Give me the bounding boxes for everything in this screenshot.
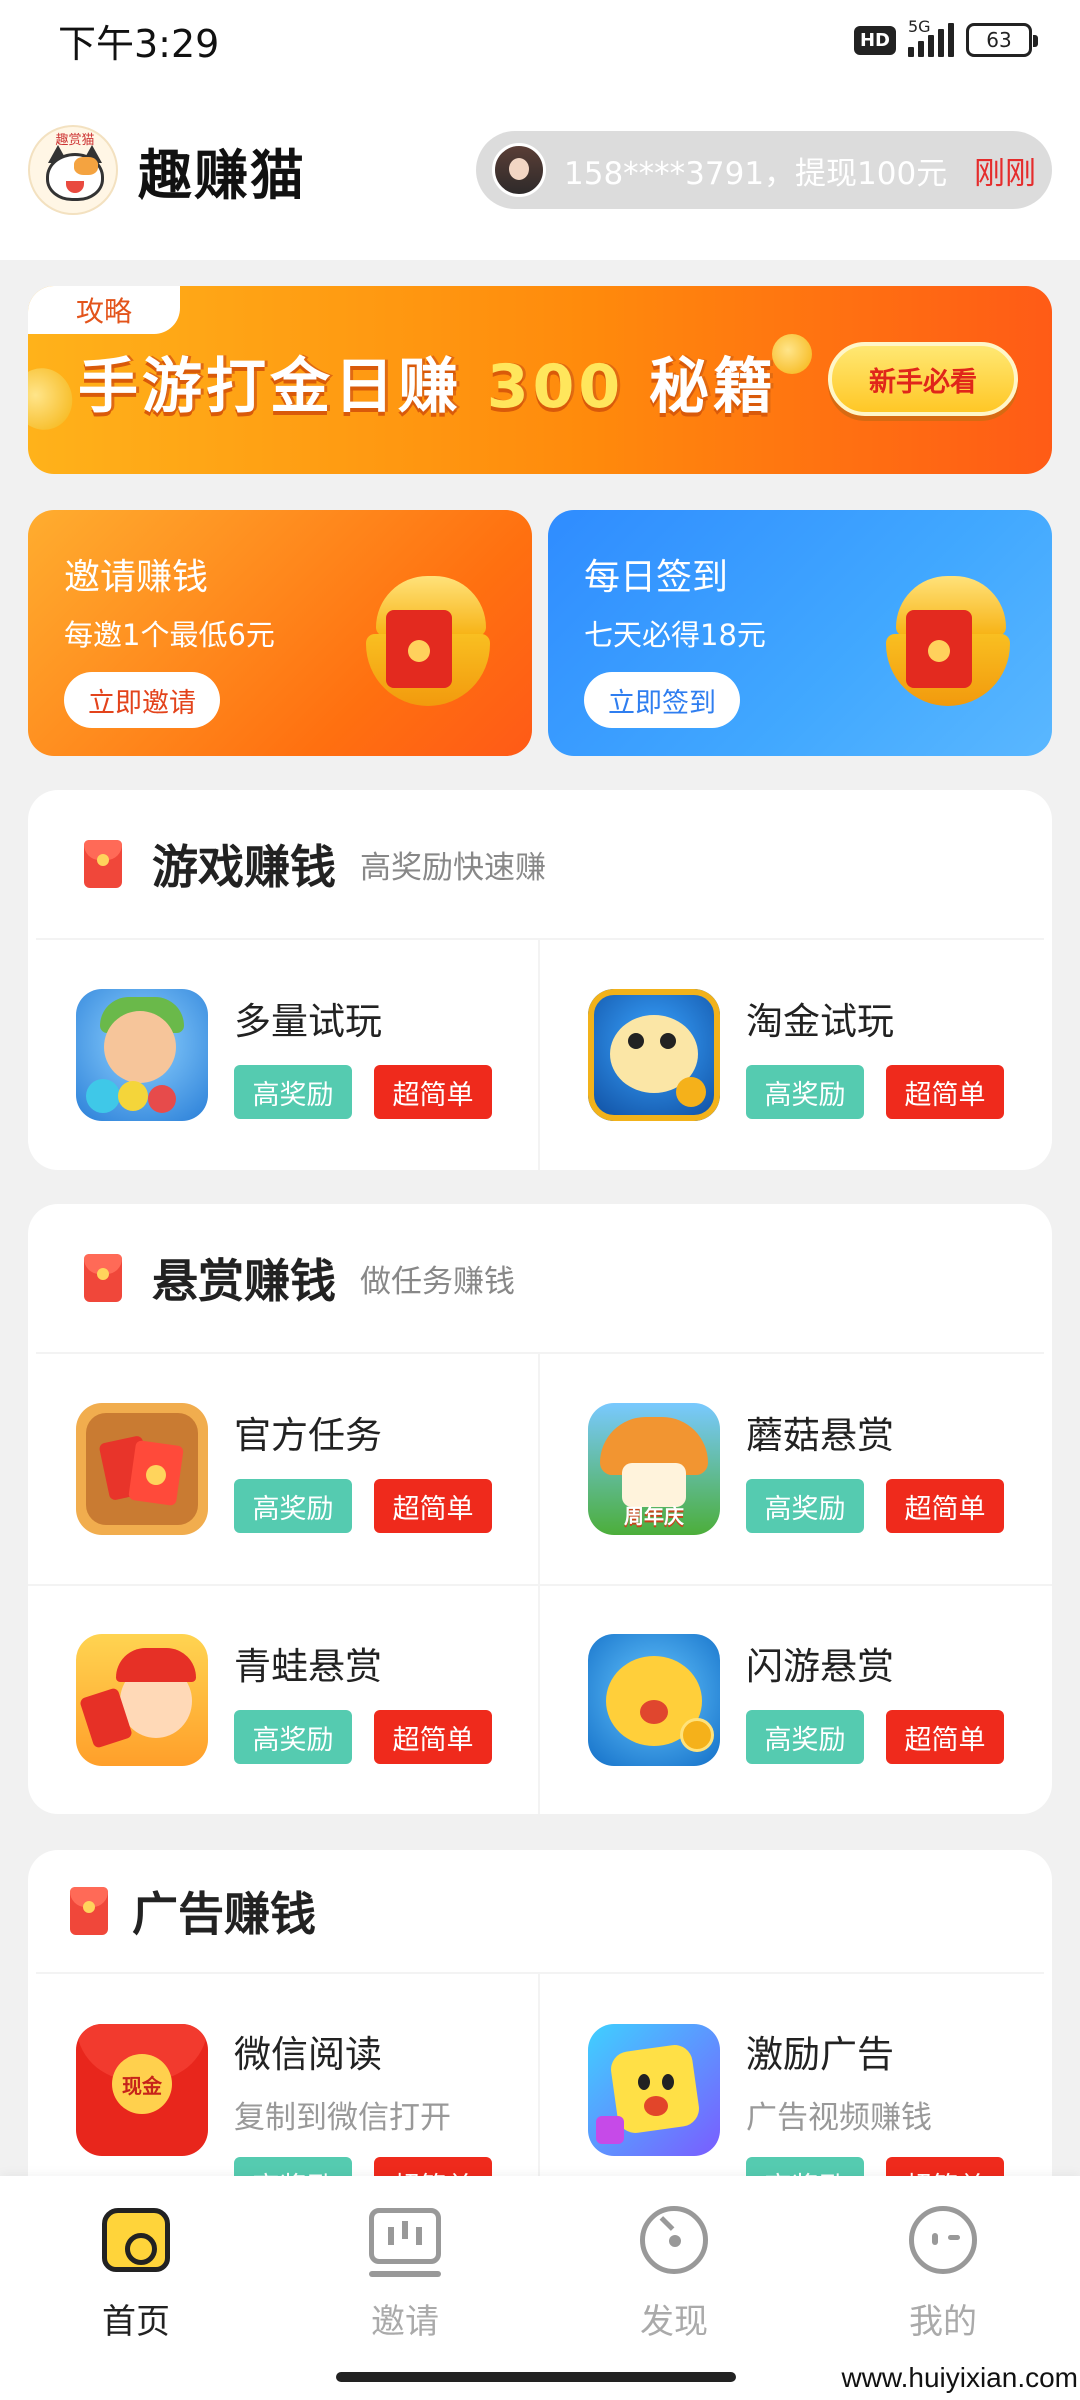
coin-icon bbox=[772, 334, 812, 374]
task-title: 官方任务 bbox=[234, 1414, 382, 1457]
icon-label: 周年庆 bbox=[624, 1504, 684, 1528]
sign-in-card[interactable]: 每日签到 七天必得18元 立即签到 bbox=[548, 510, 1052, 756]
task-title: 蘑菇悬赏 bbox=[746, 1414, 894, 1457]
task-item[interactable]: 淘金试玩 高奖励 超简单 bbox=[540, 940, 1052, 1170]
bounty-earn-section: 悬赏赚钱 做任务赚钱 官方任务 高奖励 超简单 周年庆 蘑菇悬赏 高奖励 超简单… bbox=[28, 1204, 1052, 1814]
battery-icon: 63 bbox=[966, 23, 1038, 57]
nav-discover[interactable]: 发现 bbox=[574, 2202, 774, 2343]
game-earn-section: 游戏赚钱 高奖励快速赚 多量试玩 高奖励 超简单 淘金试玩 高奖励 超简单 bbox=[28, 790, 1052, 1170]
red-envelope-icon bbox=[70, 1887, 108, 1935]
withdraw-ticker[interactable]: 158****3791，提现100元 刚刚 bbox=[476, 131, 1052, 209]
section-header: 游戏赚钱 高奖励快速赚 bbox=[36, 790, 1044, 940]
yellow-cube-character-icon bbox=[588, 2024, 720, 2156]
red-envelope-pot-icon bbox=[358, 576, 496, 714]
task-description: 广告视频赚钱 bbox=[746, 2100, 932, 2136]
red-envelope-task-icon bbox=[76, 1403, 208, 1535]
task-item[interactable]: 闪游悬赏 高奖励 超简单 bbox=[540, 1584, 1052, 1814]
app-title: 趣赚猫 bbox=[138, 143, 306, 207]
super-easy-tag: 超简单 bbox=[886, 1710, 1004, 1764]
super-easy-tag: 超简单 bbox=[374, 1065, 492, 1119]
invite-board-icon bbox=[367, 2202, 443, 2278]
home-icon bbox=[98, 2202, 174, 2278]
coin-icon bbox=[28, 359, 81, 439]
nav-label: 首页 bbox=[102, 2302, 170, 2342]
section-title: 广告赚钱 bbox=[132, 1887, 316, 1941]
task-item[interactable]: 青蛙悬赏 高奖励 超简单 bbox=[28, 1584, 540, 1814]
super-easy-tag: 超简单 bbox=[374, 1479, 492, 1533]
task-item[interactable]: 多量试玩 高奖励 超简单 bbox=[28, 940, 540, 1170]
banner-title: 手游打金日赚 300 秘籍 bbox=[78, 352, 778, 422]
task-item[interactable]: 官方任务 高奖励 超简单 bbox=[28, 1354, 540, 1584]
puffer-coin-icon bbox=[588, 1634, 720, 1766]
high-reward-tag: 高奖励 bbox=[234, 1065, 352, 1119]
high-reward-tag: 高奖励 bbox=[746, 1065, 864, 1119]
avatar bbox=[492, 143, 546, 197]
red-envelope-pot-icon bbox=[878, 576, 1016, 714]
task-item[interactable]: 周年庆 蘑菇悬赏 高奖励 超简单 bbox=[540, 1354, 1052, 1584]
task-title: 多量试玩 bbox=[234, 1000, 382, 1043]
home-indicator[interactable] bbox=[336, 2372, 736, 2382]
app-header: 趣赏猫 趣赚猫 158****3791，提现100元 刚刚 bbox=[0, 80, 1080, 260]
section-title: 悬赏赚钱 bbox=[152, 1254, 336, 1308]
battery-level: 63 bbox=[986, 28, 1012, 52]
nav-label: 我的 bbox=[909, 2302, 977, 2342]
puffer-fish-game-icon bbox=[588, 989, 720, 1121]
nav-invite[interactable]: 邀请 bbox=[305, 2202, 505, 2343]
logo-text: 趣赏猫 bbox=[55, 133, 95, 148]
banner-tag: 攻略 bbox=[28, 286, 180, 334]
task-title: 闪游悬赏 bbox=[746, 1645, 894, 1688]
cash-envelope-icon: 现金 bbox=[76, 2024, 208, 2156]
network-type: 5G bbox=[908, 17, 931, 36]
mushroom-anniversary-icon: 周年庆 bbox=[588, 1403, 720, 1535]
task-description: 复制到微信打开 bbox=[234, 2100, 451, 2136]
status-bar: 下午3:29 HD 5G 63 bbox=[0, 0, 1080, 80]
task-title: 微信阅读 bbox=[234, 2033, 382, 2076]
task-title: 青蛙悬赏 bbox=[234, 1645, 382, 1688]
high-reward-tag: 高奖励 bbox=[234, 1710, 352, 1764]
super-easy-tag: 超简单 bbox=[886, 1065, 1004, 1119]
section-header: 悬赏赚钱 做任务赚钱 bbox=[36, 1204, 1044, 1354]
sign-in-now-button[interactable]: 立即签到 bbox=[584, 672, 740, 728]
ticker-time: 刚刚 bbox=[974, 155, 1036, 192]
hd-badge: HD bbox=[853, 25, 896, 55]
face-icon bbox=[905, 2202, 981, 2278]
invite-card[interactable]: 邀请赚钱 每邀1个最低6元 立即邀请 bbox=[28, 510, 532, 756]
strategy-banner[interactable]: 攻略 手游打金日赚 300 秘籍 新手必看 bbox=[28, 286, 1052, 474]
signal-icon: 5G bbox=[908, 17, 954, 57]
section-header: 广告赚钱 bbox=[36, 1850, 1044, 1974]
nav-home[interactable]: 首页 bbox=[36, 2202, 236, 2343]
red-envelope-icon bbox=[84, 1254, 122, 1302]
compass-icon bbox=[636, 2202, 712, 2278]
high-reward-tag: 高奖励 bbox=[746, 1710, 864, 1764]
super-easy-tag: 超简单 bbox=[374, 1710, 492, 1764]
beginner-guide-button[interactable]: 新手必看 bbox=[828, 342, 1018, 416]
section-subtitle: 做任务赚钱 bbox=[360, 1263, 515, 1300]
red-envelope-icon bbox=[84, 840, 122, 888]
bubble-game-icon bbox=[76, 989, 208, 1121]
super-easy-tag: 超简单 bbox=[886, 1479, 1004, 1533]
nav-label: 邀请 bbox=[371, 2302, 439, 2342]
task-title: 激励广告 bbox=[746, 2033, 894, 2076]
icon-label: 现金 bbox=[112, 2054, 172, 2114]
nav-label: 发现 bbox=[640, 2302, 708, 2342]
nav-mine[interactable]: 我的 bbox=[843, 2202, 1043, 2343]
watermark: www.huiyixian.com bbox=[841, 2362, 1078, 2393]
frog-character-icon bbox=[76, 1634, 208, 1766]
invite-now-button[interactable]: 立即邀请 bbox=[64, 672, 220, 728]
high-reward-tag: 高奖励 bbox=[746, 1479, 864, 1533]
high-reward-tag: 高奖励 bbox=[234, 1479, 352, 1533]
status-time: 下午3:29 bbox=[58, 21, 220, 66]
task-title: 淘金试玩 bbox=[746, 1000, 894, 1043]
app-logo: 趣赏猫 bbox=[28, 125, 118, 215]
section-subtitle: 高奖励快速赚 bbox=[360, 849, 546, 886]
section-title: 游戏赚钱 bbox=[152, 840, 336, 894]
status-indicators: HD 5G 63 bbox=[853, 17, 1038, 57]
ticker-text: 158****3791，提现100元 bbox=[564, 155, 948, 192]
